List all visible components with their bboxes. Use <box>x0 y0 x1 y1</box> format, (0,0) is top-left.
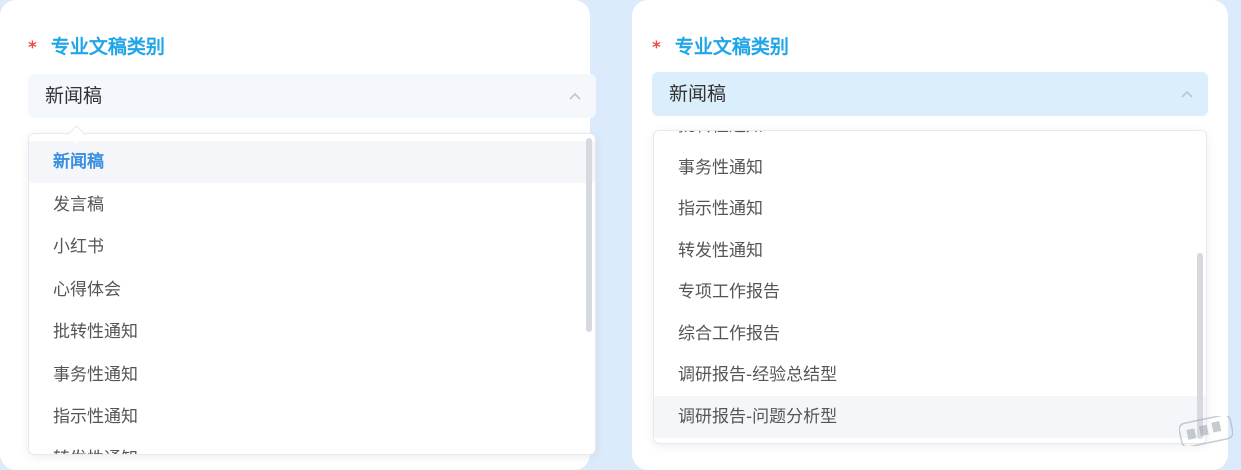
chevron-up-icon <box>1181 90 1193 98</box>
option-item[interactable]: 专项工作报告 <box>654 271 1206 313</box>
option-item[interactable]: 转发性通知 <box>29 438 595 454</box>
option-item[interactable]: 新闻稿 <box>29 141 595 183</box>
scrollbar-thumb[interactable] <box>586 138 592 332</box>
required-mark: * <box>652 38 661 58</box>
select-value: 新闻稿 <box>45 85 103 107</box>
watermark-logo-icon <box>1179 416 1233 446</box>
category-select[interactable]: 新闻稿 <box>652 72 1208 116</box>
option-item[interactable]: 转发性通知 <box>654 230 1206 272</box>
option-item[interactable]: 调研报告-经验总结型 <box>654 354 1206 396</box>
option-item[interactable]: 事务性通知 <box>29 354 595 396</box>
field-label: * 专业文稿类别 <box>28 34 165 60</box>
chevron-up-icon <box>569 92 581 100</box>
option-item[interactable]: 指示性通知 <box>29 396 595 438</box>
field-label: * 专业文稿类别 <box>652 34 789 60</box>
required-mark: * <box>28 38 37 58</box>
select-value: 新闻稿 <box>669 83 727 105</box>
field-label-text: 专业文稿类别 <box>50 36 165 58</box>
category-select[interactable]: 新闻稿 <box>28 74 596 118</box>
option-item[interactable]: 心得体会 <box>29 269 595 311</box>
option-item[interactable]: 发言稿 <box>29 184 595 226</box>
option-item[interactable]: 调研报告-问题分析型 <box>654 396 1206 438</box>
option-item[interactable]: 事务性通知 <box>654 147 1206 189</box>
option-item[interactable]: 批转性通知 <box>654 131 1206 147</box>
form-panel-left: * 专业文稿类别 新闻稿 新闻稿 发言稿 小红书 心得体会 批转性通知 事务性通知… <box>0 0 596 470</box>
field-label-text: 专业文稿类别 <box>674 36 789 58</box>
form-panel-right: * 专业文稿类别 新闻稿 批转性通知 事务性通知 指示性通知 转发性通知 专项工作… <box>632 0 1228 470</box>
dropdown-menu: 新闻稿 发言稿 小红书 心得体会 批转性通知 事务性通知 指示性通知 转发性通知 <box>28 133 596 455</box>
option-item[interactable]: 指示性通知 <box>654 188 1206 230</box>
option-item[interactable]: 小红书 <box>29 226 595 268</box>
scrollbar-thumb[interactable] <box>1197 253 1203 439</box>
dropdown-menu: 批转性通知 事务性通知 指示性通知 转发性通知 专项工作报告 综合工作报告 调研… <box>653 130 1207 444</box>
option-item[interactable]: 批转性通知 <box>29 311 595 353</box>
option-item[interactable]: 综合工作报告 <box>654 313 1206 355</box>
